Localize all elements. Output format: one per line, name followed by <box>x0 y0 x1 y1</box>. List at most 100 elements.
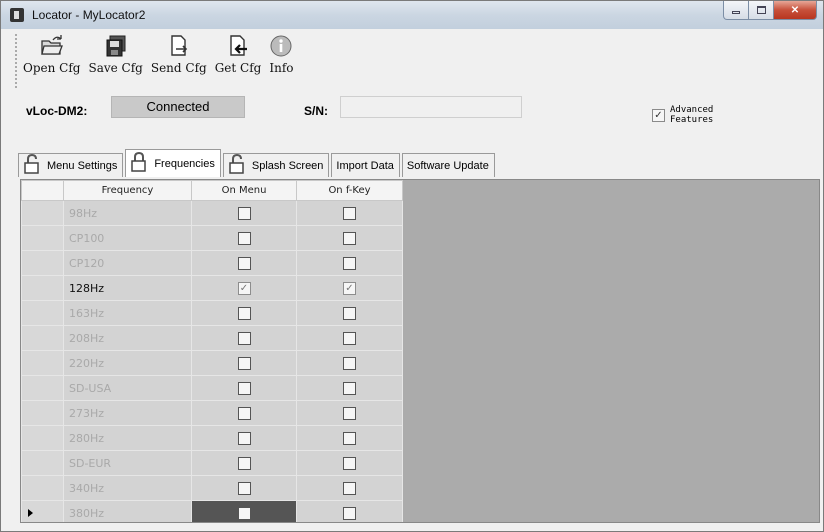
on-fkey-cell[interactable] <box>296 325 403 351</box>
on-menu-cell[interactable] <box>191 400 297 426</box>
on-fkey-cell[interactable] <box>296 425 403 451</box>
column-header-on-fkey[interactable]: On f-Key <box>296 180 403 201</box>
tab-menu-settings[interactable]: Menu Settings <box>18 153 124 177</box>
on-menu-cell[interactable] <box>191 450 297 476</box>
on-fkey-cell[interactable] <box>296 475 403 501</box>
frequency-cell[interactable]: SD-EUR <box>63 450 192 476</box>
on-fkey-cell[interactable] <box>296 450 403 476</box>
table-row[interactable]: SD-USA <box>21 375 403 401</box>
row-header[interactable] <box>21 400 64 426</box>
table-row[interactable]: SD-EUR <box>21 450 403 476</box>
on-fkey-cell[interactable] <box>296 225 403 251</box>
on-fkey-checkbox[interactable] <box>343 456 356 470</box>
on-menu-cell[interactable] <box>191 300 297 326</box>
row-header[interactable] <box>21 375 64 401</box>
column-header-on-menu[interactable]: On Menu <box>191 180 297 201</box>
on-fkey-checkbox[interactable] <box>343 256 356 270</box>
on-fkey-checkbox[interactable] <box>343 231 356 245</box>
on-fkey-checkbox[interactable] <box>343 431 356 445</box>
on-fkey-cell[interactable] <box>296 500 403 522</box>
frequency-cell[interactable]: 208Hz <box>63 325 192 351</box>
frequency-cell[interactable]: 220Hz <box>63 350 192 376</box>
on-menu-checkbox[interactable] <box>237 231 251 245</box>
on-menu-checkbox[interactable] <box>237 456 251 470</box>
advanced-features-toggle[interactable]: ✓ Advanced Features <box>652 105 730 125</box>
on-menu-checkbox[interactable]: ✓ <box>237 281 251 295</box>
column-header-frequency[interactable]: Frequency <box>63 180 192 201</box>
frequency-cell[interactable]: 163Hz <box>63 300 192 326</box>
tab-splash-screen[interactable]: Splash Screen <box>222 153 330 177</box>
maximize-button[interactable] <box>749 1 774 20</box>
row-header[interactable] <box>21 200 64 226</box>
row-header[interactable] <box>21 450 64 476</box>
on-fkey-checkbox[interactable] <box>343 331 356 345</box>
table-row[interactable]: 163Hz <box>21 300 403 326</box>
on-fkey-cell[interactable] <box>296 350 403 376</box>
table-row[interactable]: 220Hz <box>21 350 403 376</box>
on-fkey-checkbox[interactable]: ✓ <box>343 281 356 295</box>
table-row[interactable]: 340Hz <box>21 475 403 501</box>
app-icon[interactable] <box>10 8 24 22</box>
on-fkey-checkbox[interactable] <box>343 206 356 220</box>
on-menu-checkbox[interactable] <box>237 256 251 270</box>
row-header[interactable] <box>21 300 64 326</box>
row-header[interactable] <box>21 275 64 301</box>
row-header[interactable] <box>21 325 64 351</box>
tab-software-update[interactable]: Software Update <box>401 153 495 177</box>
frequency-cell[interactable]: 380Hz <box>63 500 192 522</box>
send-cfg-button[interactable]: Send Cfg <box>151 34 207 88</box>
row-header[interactable] <box>21 250 64 276</box>
on-fkey-checkbox[interactable] <box>343 506 356 520</box>
row-header[interactable] <box>21 425 64 451</box>
table-row[interactable]: CP120 <box>21 250 403 276</box>
on-menu-checkbox[interactable] <box>237 431 251 445</box>
on-menu-cell[interactable] <box>191 350 297 376</box>
row-header[interactable] <box>21 475 64 501</box>
on-menu-cell[interactable]: ✓ <box>191 275 297 301</box>
frequency-cell[interactable]: 128Hz <box>63 275 192 301</box>
tab-frequencies[interactable]: Frequencies <box>125 149 221 177</box>
table-row[interactable]: 208Hz <box>21 325 403 351</box>
row-header[interactable] <box>21 350 64 376</box>
get-cfg-button[interactable]: Get Cfg <box>215 34 261 88</box>
on-fkey-checkbox[interactable] <box>343 481 356 495</box>
on-fkey-cell[interactable] <box>296 375 403 401</box>
on-menu-checkbox[interactable] <box>237 206 251 220</box>
frequency-cell[interactable]: CP100 <box>63 225 192 251</box>
table-row[interactable]: CP100 <box>21 225 403 251</box>
tab-import-data[interactable]: Import Data <box>331 153 400 177</box>
table-row[interactable]: 128Hz ✓ ✓ <box>21 275 403 301</box>
advanced-features-checkbox[interactable]: ✓ <box>652 108 665 122</box>
on-fkey-cell[interactable] <box>296 400 403 426</box>
table-row[interactable]: 273Hz <box>21 400 403 426</box>
on-menu-checkbox[interactable] <box>237 356 251 370</box>
close-button[interactable]: ✕ <box>774 1 817 20</box>
on-fkey-checkbox[interactable] <box>343 306 356 320</box>
on-menu-cell[interactable] <box>191 250 297 276</box>
on-menu-cell[interactable] <box>191 500 297 522</box>
on-menu-cell[interactable] <box>191 325 297 351</box>
on-fkey-cell[interactable]: ✓ <box>296 275 403 301</box>
on-menu-checkbox[interactable] <box>237 306 251 320</box>
on-menu-checkbox[interactable] <box>237 506 251 520</box>
on-menu-cell[interactable] <box>191 475 297 501</box>
table-row[interactable]: 98Hz <box>21 200 403 226</box>
on-menu-cell[interactable] <box>191 200 297 226</box>
minimize-button[interactable] <box>723 1 749 20</box>
on-fkey-cell[interactable] <box>296 300 403 326</box>
on-fkey-cell[interactable] <box>296 250 403 276</box>
on-fkey-checkbox[interactable] <box>343 381 356 395</box>
save-cfg-button[interactable]: Save Cfg <box>88 34 143 88</box>
frequency-cell[interactable]: CP120 <box>63 250 192 276</box>
on-menu-cell[interactable] <box>191 225 297 251</box>
frequency-cell[interactable]: 98Hz <box>63 200 192 226</box>
row-header[interactable] <box>21 500 64 522</box>
frequency-cell[interactable]: 273Hz <box>63 400 192 426</box>
on-menu-checkbox[interactable] <box>237 381 251 395</box>
on-menu-checkbox[interactable] <box>237 481 251 495</box>
on-menu-cell[interactable] <box>191 425 297 451</box>
row-header[interactable] <box>21 225 64 251</box>
on-fkey-cell[interactable] <box>296 200 403 226</box>
info-button[interactable]: Info <box>269 34 293 88</box>
open-cfg-button[interactable]: Open Cfg <box>23 34 80 88</box>
